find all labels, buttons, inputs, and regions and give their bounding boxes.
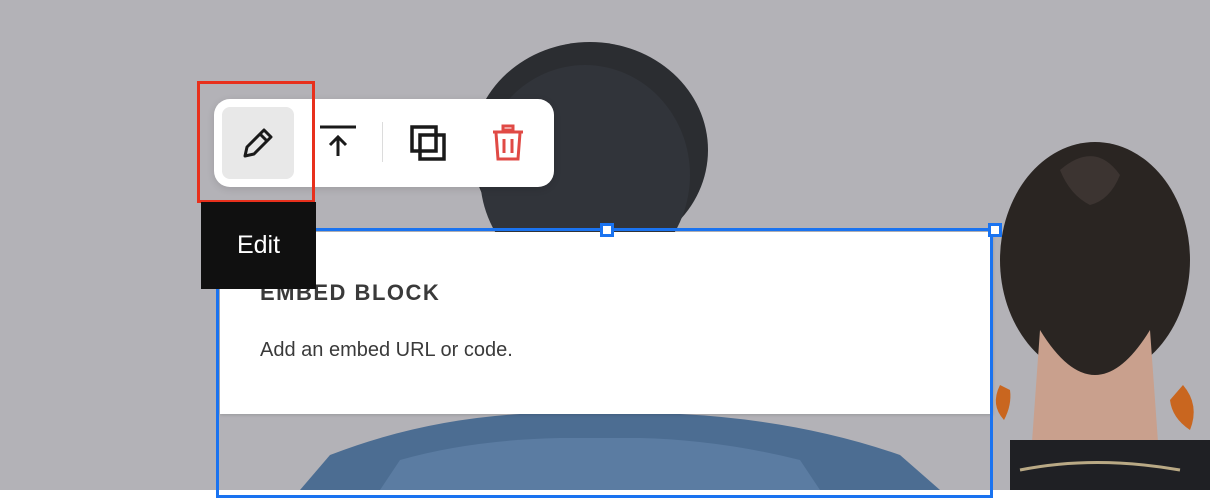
resize-handle-top-left[interactable] bbox=[600, 223, 614, 237]
arrow-up-to-line-icon bbox=[320, 125, 356, 156]
edit-tooltip: Edit bbox=[201, 202, 316, 289]
pencil-icon bbox=[243, 128, 273, 158]
duplicate-button[interactable] bbox=[392, 107, 464, 179]
resize-handle-top-right[interactable] bbox=[988, 223, 1002, 237]
embed-block[interactable]: EMBED BLOCK Add an embed URL or code. bbox=[220, 232, 993, 414]
move-up-button[interactable] bbox=[302, 107, 374, 179]
duplicate-icon bbox=[410, 125, 446, 161]
delete-button[interactable] bbox=[472, 107, 544, 179]
block-description: Add an embed URL or code. bbox=[260, 339, 513, 361]
tooltip-label: Edit bbox=[236, 231, 281, 259]
block-toolbar bbox=[214, 99, 554, 187]
toolbar-divider bbox=[382, 122, 383, 162]
trash-icon bbox=[493, 124, 523, 161]
edit-button[interactable] bbox=[222, 107, 294, 179]
